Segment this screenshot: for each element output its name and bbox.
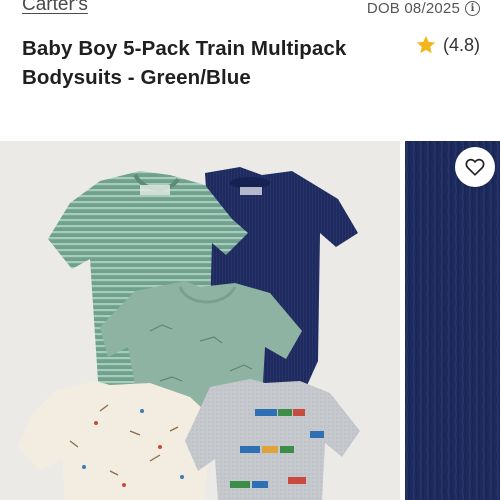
product-image-gallery[interactable] [0, 141, 500, 500]
info-icon[interactable]: i [465, 1, 480, 16]
product-rating[interactable]: (4.8) [415, 34, 480, 56]
rating-value: (4.8) [442, 34, 480, 55]
brand-link[interactable]: Carter's [22, 0, 88, 16]
product-image-main[interactable] [0, 141, 400, 500]
heart-icon [465, 158, 485, 176]
bodysuits-photo [18, 167, 360, 500]
gray-train-bodysuit [185, 379, 360, 500]
star-icon [416, 35, 436, 54]
product-image-detail[interactable] [405, 141, 500, 500]
favorite-button[interactable] [455, 147, 495, 187]
top-bar: Carter's DOB 08/2025 i [0, 0, 500, 20]
product-title: Baby Boy 5-Pack Train Multipack Bodysuit… [22, 37, 347, 89]
dob-label: DOB 08/2025 [366, 0, 460, 17]
fabric-closeup [405, 141, 500, 500]
